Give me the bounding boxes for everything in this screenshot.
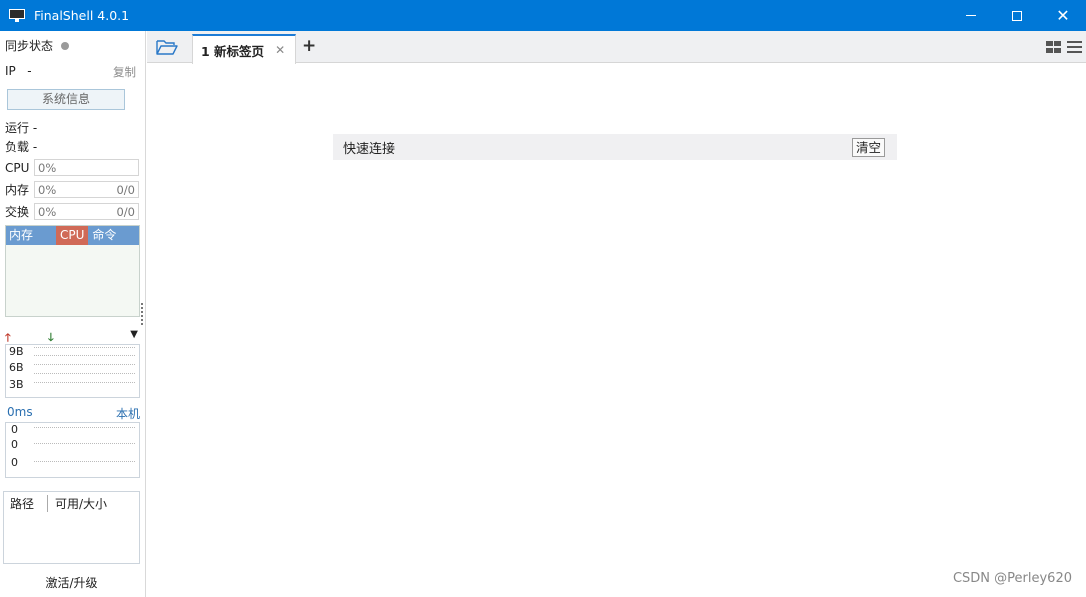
cpu-meter: CPU 0% bbox=[5, 159, 139, 176]
latency-gridline bbox=[34, 427, 135, 428]
swap-value: 0% bbox=[38, 204, 57, 219]
network-gridline bbox=[34, 382, 135, 383]
memory-value: 0% bbox=[38, 182, 57, 197]
ip-value: - bbox=[27, 64, 32, 78]
minimize-button[interactable] bbox=[948, 0, 994, 31]
add-tab-icon[interactable]: + bbox=[302, 36, 316, 56]
memory-bar: 0% 0/0 bbox=[34, 181, 139, 198]
swap-meter: 交换 0% 0/0 bbox=[5, 203, 139, 220]
title-bar: FinalShell 4.0.1 ✕ bbox=[0, 0, 1086, 31]
network-header: 🡑 🡓 ▼ bbox=[5, 329, 138, 344]
maximize-button[interactable] bbox=[994, 0, 1040, 31]
process-command-header[interactable]: 命令 bbox=[88, 226, 116, 245]
network-gridline bbox=[34, 373, 135, 374]
tab-bar: 1 新标签页 ✕ + bbox=[147, 31, 1086, 64]
sync-status: 同步状态 bbox=[5, 37, 70, 54]
latency-chart: 0 0 0 bbox=[5, 422, 140, 478]
latency-gridline bbox=[34, 443, 135, 444]
network-gridline bbox=[34, 364, 135, 365]
activate-upgrade-link[interactable]: 激活/升级 bbox=[0, 574, 143, 591]
watermark-text: CSDN @Perley620 bbox=[952, 571, 1072, 586]
cpu-label: CPU bbox=[5, 160, 30, 175]
latency-header: 0ms 本机 bbox=[7, 405, 140, 422]
disk-path-header[interactable]: 路径 bbox=[4, 495, 48, 512]
sync-status-label: 同步状态 bbox=[5, 39, 54, 53]
latency-gridline bbox=[34, 461, 135, 462]
sidebar: 同步状态 IP - 复制 系统信息 运行 - 负载 - CPU 0% 内存 0%… bbox=[0, 31, 146, 597]
process-table[interactable]: 内存 CPU 命令 bbox=[5, 225, 140, 317]
system-info-button[interactable]: 系统信息 bbox=[7, 89, 125, 110]
menu-icon[interactable] bbox=[1067, 41, 1082, 53]
network-gridline bbox=[34, 355, 135, 356]
sidebar-resize-handle[interactable] bbox=[141, 303, 144, 325]
finalshell-app-icon bbox=[9, 8, 27, 23]
latency-value: 0ms bbox=[7, 405, 33, 419]
disk-table[interactable]: 路径 可用/大小 bbox=[3, 491, 140, 564]
network-chart: 9B 6B 3B bbox=[5, 344, 140, 398]
memory-meter: 内存 0% 0/0 bbox=[5, 181, 139, 198]
network-interface-dropdown-icon[interactable]: ▼ bbox=[130, 329, 138, 340]
network-tick-label: 6B bbox=[9, 361, 24, 374]
cpu-value: 0% bbox=[38, 160, 57, 175]
main-content: 快速连接 清空 CSDN @Perley620 bbox=[147, 64, 1086, 597]
minimize-icon bbox=[966, 15, 976, 16]
swap-amount: 0/0 bbox=[116, 204, 135, 219]
close-icon: ✕ bbox=[1056, 5, 1070, 25]
open-folder-icon[interactable] bbox=[156, 39, 178, 55]
memory-amount: 0/0 bbox=[116, 182, 135, 197]
ip-label: IP bbox=[5, 64, 16, 78]
network-gridline bbox=[34, 347, 135, 348]
tab-new-tab[interactable]: 1 新标签页 ✕ bbox=[192, 34, 296, 64]
quick-connect-label: 快速连接 bbox=[343, 141, 396, 157]
latency-tick-label: 0 bbox=[11, 423, 18, 436]
process-cpu-header[interactable]: CPU bbox=[56, 226, 89, 245]
quick-connect-bar: 快速连接 清空 bbox=[333, 134, 897, 160]
maximize-icon bbox=[1012, 10, 1022, 21]
disk-size-header[interactable]: 可用/大小 bbox=[48, 495, 107, 512]
memory-label: 内存 bbox=[5, 183, 30, 197]
cpu-bar: 0% bbox=[34, 159, 139, 176]
latency-tick-label: 0 bbox=[11, 438, 18, 451]
copy-ip-button[interactable]: 复制 bbox=[113, 64, 136, 80]
network-tick-label: 3B bbox=[9, 378, 24, 391]
tab-label: 1 新标签页 bbox=[201, 43, 265, 59]
sync-status-dot-icon bbox=[61, 41, 70, 50]
uptime-label: 运行 - bbox=[5, 121, 38, 135]
layout-grid-icon[interactable] bbox=[1046, 41, 1061, 53]
process-memory-header[interactable]: 内存 bbox=[6, 226, 56, 245]
latency-target-link[interactable]: 本机 bbox=[116, 405, 140, 422]
swap-label: 交换 bbox=[5, 205, 30, 219]
latency-tick-label: 0 bbox=[11, 456, 18, 469]
close-button[interactable]: ✕ bbox=[1040, 0, 1086, 31]
window-title: FinalShell 4.0.1 bbox=[34, 8, 130, 23]
swap-bar: 0% 0/0 bbox=[34, 203, 139, 220]
ip-row: IP - 复制 bbox=[5, 64, 136, 80]
load-label: 负载 - bbox=[5, 140, 38, 154]
clear-button[interactable]: 清空 bbox=[851, 137, 885, 157]
tab-close-icon[interactable]: ✕ bbox=[275, 43, 285, 57]
network-tick-label: 9B bbox=[9, 345, 24, 358]
